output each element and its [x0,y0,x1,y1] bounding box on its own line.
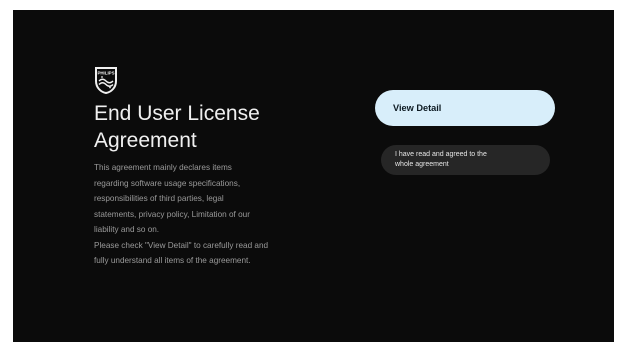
page-title-line-2: Agreement [94,129,197,152]
view-detail-button[interactable]: View Detail [375,90,555,126]
description-line: liability and so on. [94,225,160,234]
description-line: statements, privacy policy, Limitation o… [94,209,250,219]
agree-label-line-1: I have read and agreed to the [395,151,487,158]
agree-button[interactable]: I have read and agreed to the whole agre… [381,145,550,175]
agree-label-line-2: whole agreement [395,160,449,168]
page-title-line-1: End User License [94,102,260,125]
view-detail-label: View Detail [393,103,442,113]
description-line: responsibilities of third parties, legal [94,194,224,203]
page-title: End User License Agreement [94,100,334,154]
philips-logo-icon: PHILIPS [95,67,117,94]
eula-screen: PHILIPS End User License Agreement This … [13,10,614,342]
description-line: fully understand all items of the agreem… [94,256,251,265]
description-line: regarding software usage specifications, [94,178,241,188]
description-line: This agreement mainly declares items [94,163,232,172]
description-line: Please check "View Detail" to carefully … [94,240,269,250]
logo-wordmark: PHILIPS [97,70,114,75]
agreement-description: This agreement mainly declares items reg… [94,160,334,269]
